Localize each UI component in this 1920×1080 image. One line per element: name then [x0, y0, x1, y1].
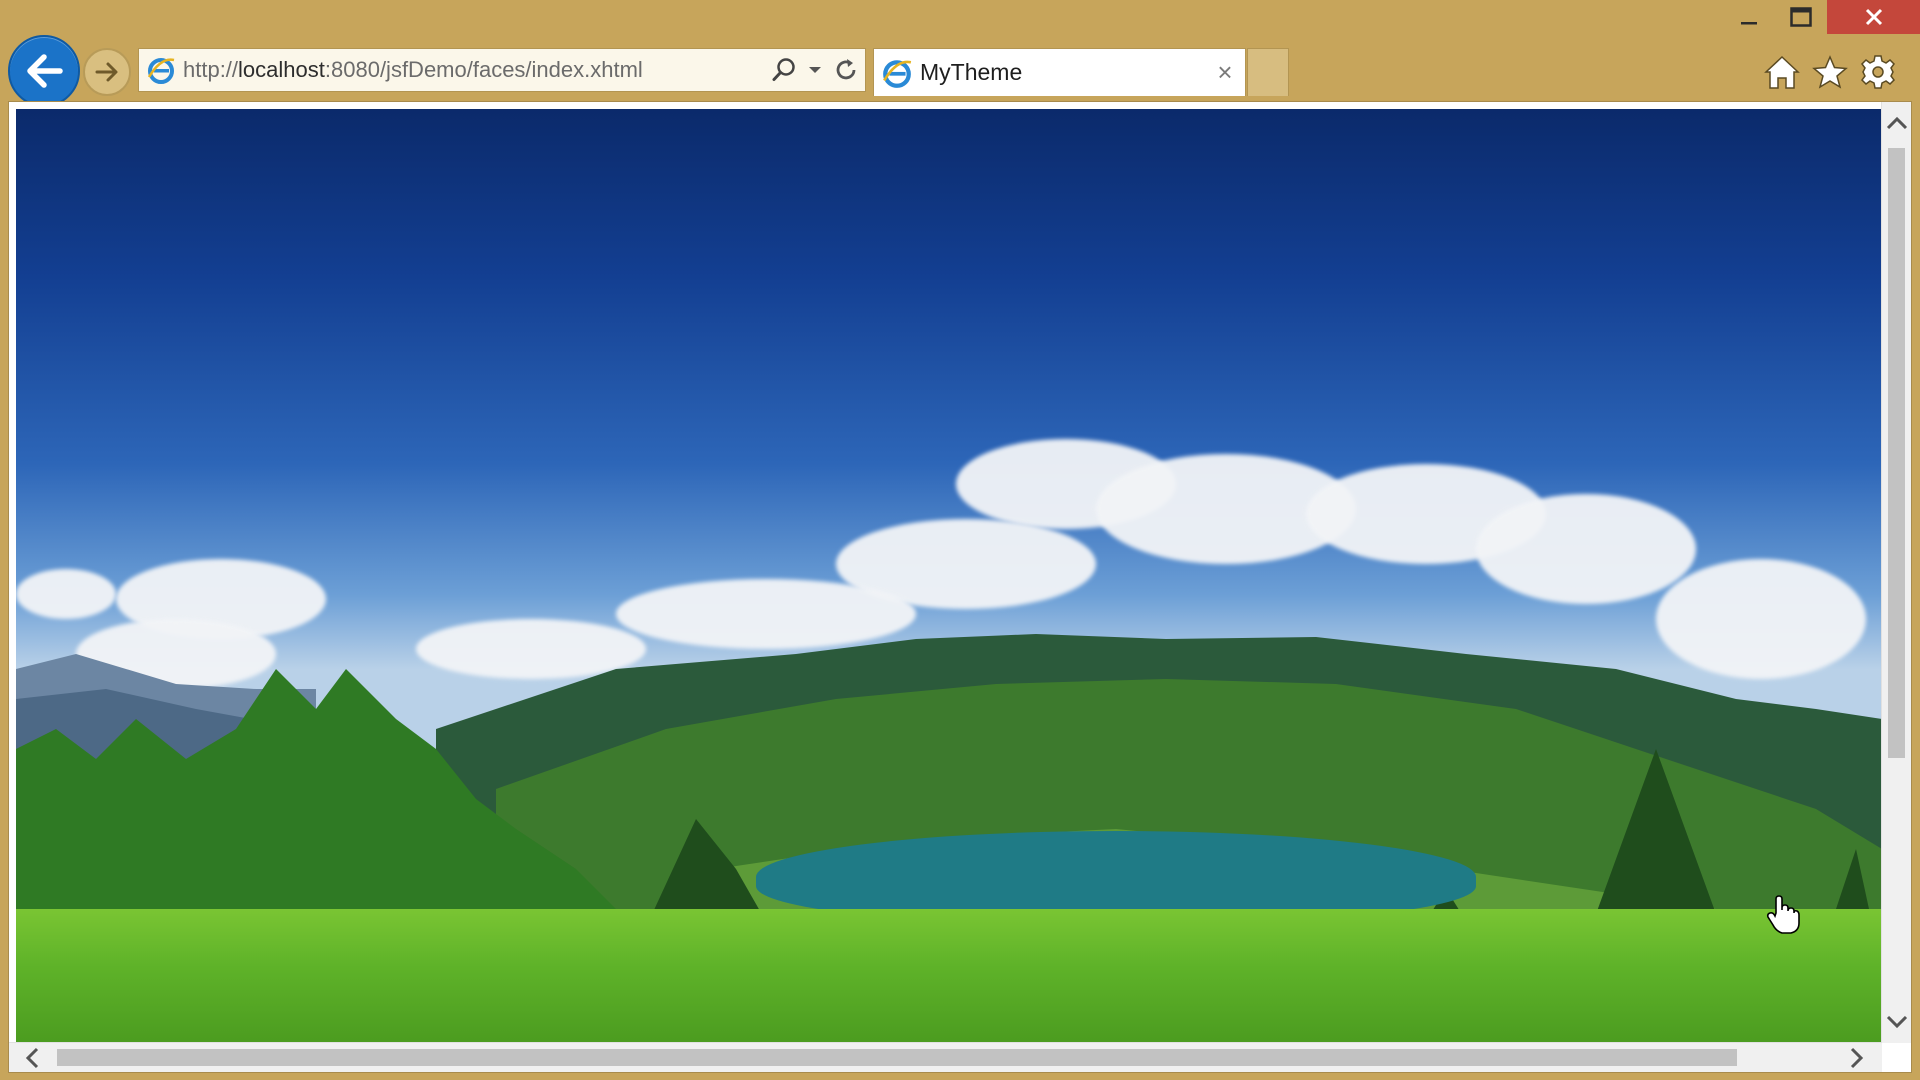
chevron-left-icon: [25, 1047, 39, 1068]
search-button[interactable]: [765, 48, 803, 92]
scroll-down-button[interactable]: [1882, 1005, 1911, 1039]
horizontal-scroll-thumb[interactable]: [57, 1049, 1737, 1066]
refresh-icon: [836, 59, 856, 80]
scroll-left-button[interactable]: [15, 1043, 49, 1072]
tab-title: MyTheme: [920, 59, 1023, 85]
horizontal-scrollbar[interactable]: [9, 1042, 1882, 1072]
landscape-image: [16, 109, 1882, 1043]
tab-mytheme[interactable]: MyTheme ×: [873, 48, 1246, 96]
star-icon: [1812, 55, 1848, 89]
back-arrow-icon: [27, 54, 63, 88]
tab-close-button[interactable]: ×: [1205, 50, 1245, 96]
close-icon: [1865, 8, 1882, 26]
vertical-scroll-thumb[interactable]: [1888, 148, 1905, 758]
home-button[interactable]: [1760, 50, 1804, 94]
ie-logo-icon: [874, 50, 920, 96]
ie-logo-icon: [139, 48, 183, 92]
chevron-down-icon: [1886, 1015, 1907, 1029]
scroll-up-button[interactable]: [1882, 106, 1911, 140]
vertical-scrollbar[interactable]: [1881, 102, 1911, 1043]
grass-meadow: [16, 909, 1882, 1043]
minimize-icon: [1741, 22, 1757, 25]
browser-window: http://localhost:8080/jsfDemo/faces/inde…: [0, 0, 1920, 1080]
forward-button[interactable]: [83, 48, 131, 96]
url-text[interactable]: http://localhost:8080/jsfDemo/faces/inde…: [183, 57, 765, 83]
address-dropdown-button[interactable]: [803, 48, 827, 92]
search-icon: [772, 58, 795, 81]
forward-arrow-icon: [95, 62, 118, 82]
page-content-area: [8, 101, 1912, 1073]
gear-icon: [1861, 55, 1895, 89]
back-button[interactable]: [8, 35, 80, 107]
favorites-button[interactable]: [1808, 50, 1852, 94]
tools-button[interactable]: [1856, 50, 1900, 94]
chevron-right-icon: [1850, 1047, 1864, 1068]
close-window-button[interactable]: [1827, 0, 1920, 34]
hand-cursor-icon: [1766, 895, 1800, 934]
tab-close-icon: ×: [1217, 57, 1233, 87]
minimize-button[interactable]: [1723, 0, 1775, 34]
maximize-icon: [1790, 7, 1812, 27]
home-icon: [1764, 55, 1800, 89]
address-bar[interactable]: http://localhost:8080/jsfDemo/faces/inde…: [138, 48, 866, 92]
chevron-up-icon: [1886, 116, 1907, 130]
scroll-right-button[interactable]: [1840, 1043, 1874, 1072]
maximize-button[interactable]: [1775, 0, 1827, 34]
refresh-button[interactable]: [827, 48, 865, 92]
new-tab-button[interactable]: [1247, 48, 1289, 96]
chevron-down-icon: [809, 67, 821, 73]
